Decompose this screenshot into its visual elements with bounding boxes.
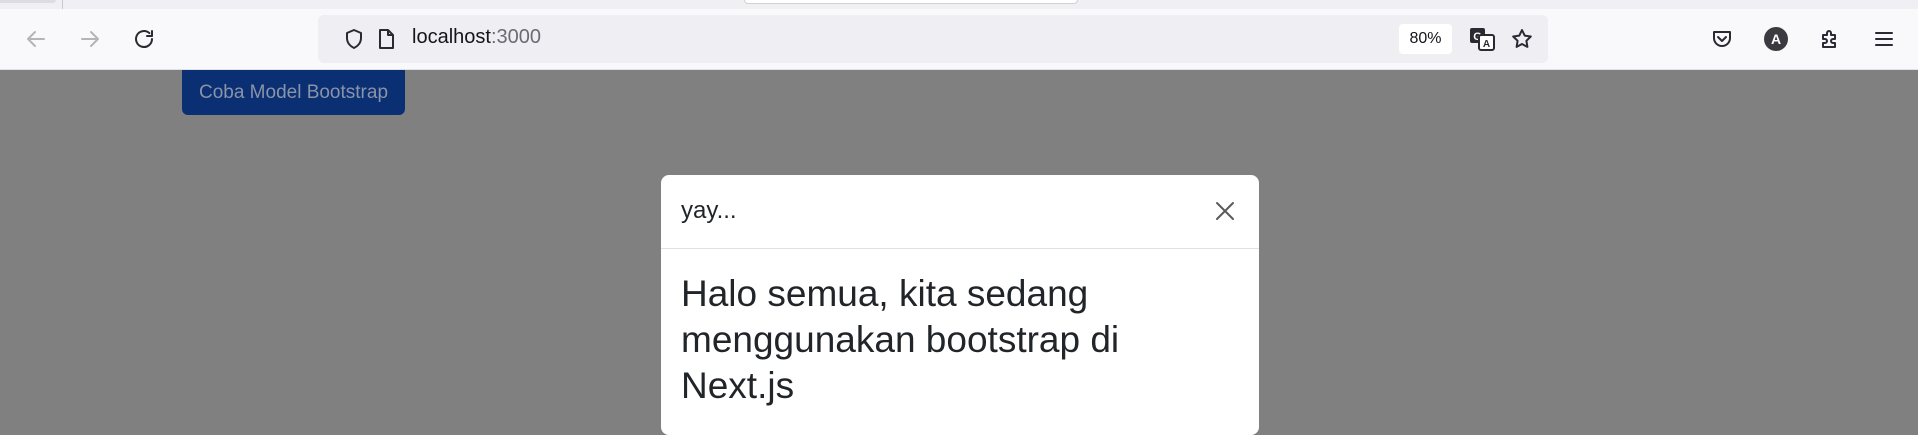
url-text[interactable]: localhost:3000 bbox=[412, 26, 541, 49]
tab-strip bbox=[0, 0, 1918, 9]
shield-icon[interactable] bbox=[342, 27, 366, 51]
browser-toolbar: localhost:3000 80% GA A bbox=[0, 9, 1918, 70]
dropdown-popup-edge bbox=[744, 0, 1078, 4]
tab[interactable] bbox=[0, 0, 56, 3]
url-host: localhost bbox=[412, 26, 491, 48]
reload-button[interactable] bbox=[126, 21, 162, 57]
page-icon[interactable] bbox=[374, 27, 398, 51]
hamburger-menu-icon bbox=[1875, 32, 1893, 46]
tab-divider bbox=[62, 0, 63, 9]
coba-model-button[interactable]: Coba Model Bootstrap bbox=[182, 70, 405, 115]
modal-body-text: Halo semua, kita sedang menggunakan boot… bbox=[681, 273, 1120, 406]
modal-close-button[interactable] bbox=[1209, 195, 1241, 227]
star-icon[interactable] bbox=[1510, 27, 1534, 51]
puzzle-icon bbox=[1822, 30, 1836, 48]
menu-button[interactable] bbox=[1866, 21, 1902, 57]
zoom-level-badge[interactable]: 80% bbox=[1399, 24, 1452, 54]
reload-icon bbox=[135, 30, 153, 48]
close-icon bbox=[1216, 202, 1234, 220]
forward-button[interactable] bbox=[72, 21, 108, 57]
arrow-right-icon bbox=[81, 31, 99, 47]
page-content: Coba Model Bootstrap yay... Halo semua, … bbox=[0, 70, 1918, 435]
back-button[interactable] bbox=[18, 21, 54, 57]
url-bar[interactable]: localhost:3000 80% GA bbox=[318, 15, 1548, 63]
modal-title: yay... bbox=[681, 197, 737, 224]
extensions-button[interactable] bbox=[1812, 21, 1848, 57]
modal-header: yay... bbox=[661, 175, 1259, 249]
pocket-button[interactable] bbox=[1704, 21, 1740, 57]
modal-dialog: yay... Halo semua, kita sedang menggunak… bbox=[661, 175, 1259, 435]
account-button[interactable]: A bbox=[1758, 21, 1794, 57]
arrow-left-icon bbox=[27, 31, 45, 47]
translate-icon[interactable]: GA bbox=[1468, 25, 1496, 53]
svg-text:A: A bbox=[1483, 39, 1490, 50]
account-avatar: A bbox=[1764, 27, 1788, 51]
url-port: :3000 bbox=[490, 26, 541, 48]
pocket-icon bbox=[1713, 31, 1731, 47]
